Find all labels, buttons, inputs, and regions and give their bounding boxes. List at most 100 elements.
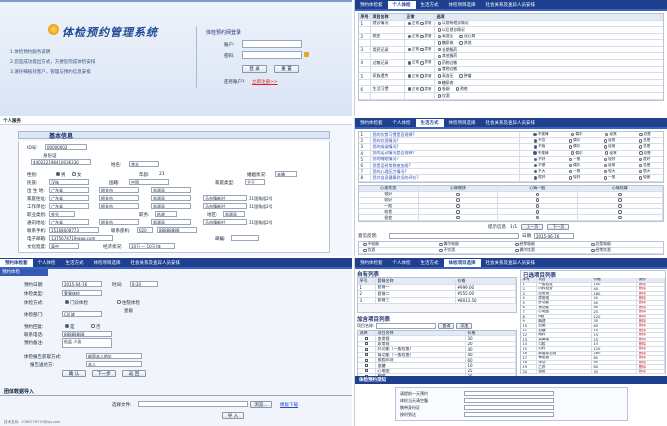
tab-relations[interactable]: 社会关系及查异人员安排 [126, 259, 186, 267]
bottom-option[interactable]: 经常饮酒 [587, 247, 663, 254]
ethnic-select[interactable]: 汉族 [49, 179, 89, 185]
habit-radio[interactable] [638, 176, 643, 180]
file-input[interactable] [138, 401, 248, 407]
tel-number-input[interactable]: 88888888 [157, 227, 197, 233]
delete-cell[interactable]: 删除 [637, 300, 665, 305]
habit-radio[interactable] [638, 145, 643, 149]
delete-cell[interactable]: 删除 [637, 287, 665, 291]
email-input[interactable]: 1375674719@qq.com [49, 235, 113, 241]
habit-radio[interactable] [603, 157, 608, 162]
normal-radio[interactable] [420, 61, 424, 65]
habit-radio[interactable] [533, 163, 538, 168]
tab-items[interactable]: 体检项目选择 [444, 1, 481, 9]
habit-radio[interactable] [533, 145, 538, 149]
dept-select[interactable]: C区域 [62, 311, 102, 317]
comm-district[interactable]: 翁源县 [151, 219, 191, 225]
district-select[interactable]: 翁源县 [151, 187, 191, 193]
mood-radio[interactable] [618, 198, 622, 202]
normal-radio[interactable] [420, 47, 424, 52]
tab-items[interactable]: 体检项目选择 [444, 119, 481, 127]
add-checkbox[interactable] [365, 347, 368, 351]
method-select[interactable]: 邮寄本人地址 [86, 353, 142, 359]
add-checkbox[interactable] [365, 353, 368, 357]
marital-select[interactable]: 未婚 [275, 171, 297, 177]
detail-checkbox[interactable] [459, 34, 463, 39]
habit-radio[interactable] [603, 169, 608, 174]
bottom-option-radio[interactable] [363, 248, 367, 253]
habit-radio[interactable] [639, 151, 643, 155]
account-input[interactable] [242, 40, 302, 48]
delete-cell[interactable]: 删除 [637, 291, 665, 296]
detail-checkbox[interactable] [437, 87, 441, 91]
tab-items[interactable]: 体检项目选择 [89, 259, 126, 267]
mood-radio[interactable] [535, 215, 540, 220]
org-select[interactable]: 本人 [86, 361, 142, 367]
tab-personal[interactable]: 个人体检 [388, 119, 416, 127]
habit-radio[interactable] [603, 163, 608, 168]
tab-relations[interactable]: 社会关系及查异人员安排 [481, 119, 541, 127]
delete-cell[interactable]: 删除 [637, 323, 665, 328]
tel-area-input[interactable]: 020 [137, 227, 153, 233]
delete-cell[interactable]: 删除 [637, 282, 665, 287]
tab-items[interactable]: 体检项目选择 [443, 259, 481, 267]
habit-option[interactable]: 不规律 [532, 151, 548, 156]
tab-personal[interactable]: 个人体检 [387, 1, 416, 9]
delete-cell[interactable]: 删除 [637, 346, 665, 351]
add-checkbox[interactable] [365, 364, 368, 368]
reply-radio[interactable] [65, 324, 69, 328]
habit-option[interactable]: 经常 [603, 144, 615, 149]
tab-package[interactable]: 预约体检套 [355, 1, 388, 9]
address-detail-input[interactable]: 马市镇新村 [203, 195, 247, 201]
tab-package[interactable]: 预约体检套 [0, 259, 33, 267]
next-page-button[interactable]: 下一页 [547, 224, 570, 231]
mood-radio[interactable] [618, 215, 622, 220]
female-radio[interactable] [72, 172, 76, 176]
notice-input[interactable] [464, 398, 554, 403]
bottom-option-radio[interactable] [591, 242, 595, 247]
normal-radio[interactable] [407, 21, 411, 26]
city-select[interactable]: 韶关市 [99, 187, 139, 193]
phone-input[interactable]: 88888888 [62, 331, 112, 337]
habit-radio[interactable] [604, 132, 609, 137]
habit-radio[interactable] [570, 151, 575, 155]
mood-radio[interactable] [535, 198, 540, 202]
detail-checkbox[interactable] [437, 41, 441, 45]
detail-checkbox[interactable] [459, 41, 463, 45]
detail-checkbox[interactable] [459, 74, 463, 78]
habit-radio[interactable] [533, 132, 537, 137]
tab-package[interactable]: 预约体检套 [355, 119, 388, 127]
tab-package[interactable]: 预约体检套 [355, 259, 388, 267]
password-input[interactable] [242, 51, 302, 59]
family-select[interactable]: 主干 [245, 179, 265, 185]
habit-option[interactable]: 偶尔 [568, 163, 580, 168]
habit-radio[interactable] [533, 157, 538, 162]
normal-radio[interactable] [420, 34, 424, 39]
delete-cell[interactable]: 删除 [637, 351, 665, 356]
import-button[interactable]: 导 入 [222, 412, 244, 419]
habit-radio[interactable] [568, 176, 573, 180]
detail-checkbox[interactable] [437, 67, 441, 72]
add-checkbox[interactable] [365, 337, 368, 341]
habit-radio[interactable] [638, 157, 643, 162]
time-input[interactable]: 8:30 [130, 281, 158, 287]
habit-option[interactable]: 较大 [603, 169, 615, 174]
normal-radio[interactable] [407, 61, 411, 65]
detail-checkbox[interactable] [437, 54, 441, 59]
habit-radio[interactable] [533, 151, 537, 155]
mood-radio[interactable] [456, 210, 460, 214]
habit-radio[interactable] [638, 139, 643, 143]
habit-option[interactable]: 偶尔 [570, 151, 583, 156]
add-checkbox[interactable] [365, 369, 368, 373]
normal-radio[interactable] [407, 47, 411, 52]
delete-cell[interactable]: 删除 [637, 314, 665, 319]
normal-radio[interactable] [407, 74, 411, 78]
habit-option[interactable]: 总是 [638, 144, 650, 149]
normal-radio[interactable] [407, 34, 411, 39]
habit-option[interactable]: 不规律 [532, 132, 548, 137]
habit-option[interactable]: 一般 [568, 157, 580, 162]
delete-cell[interactable]: 删除 [637, 328, 665, 333]
normal-radio[interactable] [420, 21, 424, 26]
notice-input[interactable] [464, 405, 554, 410]
mode-radio[interactable] [65, 300, 69, 304]
id-card-input[interactable]: 440222198410036336 [31, 159, 91, 165]
